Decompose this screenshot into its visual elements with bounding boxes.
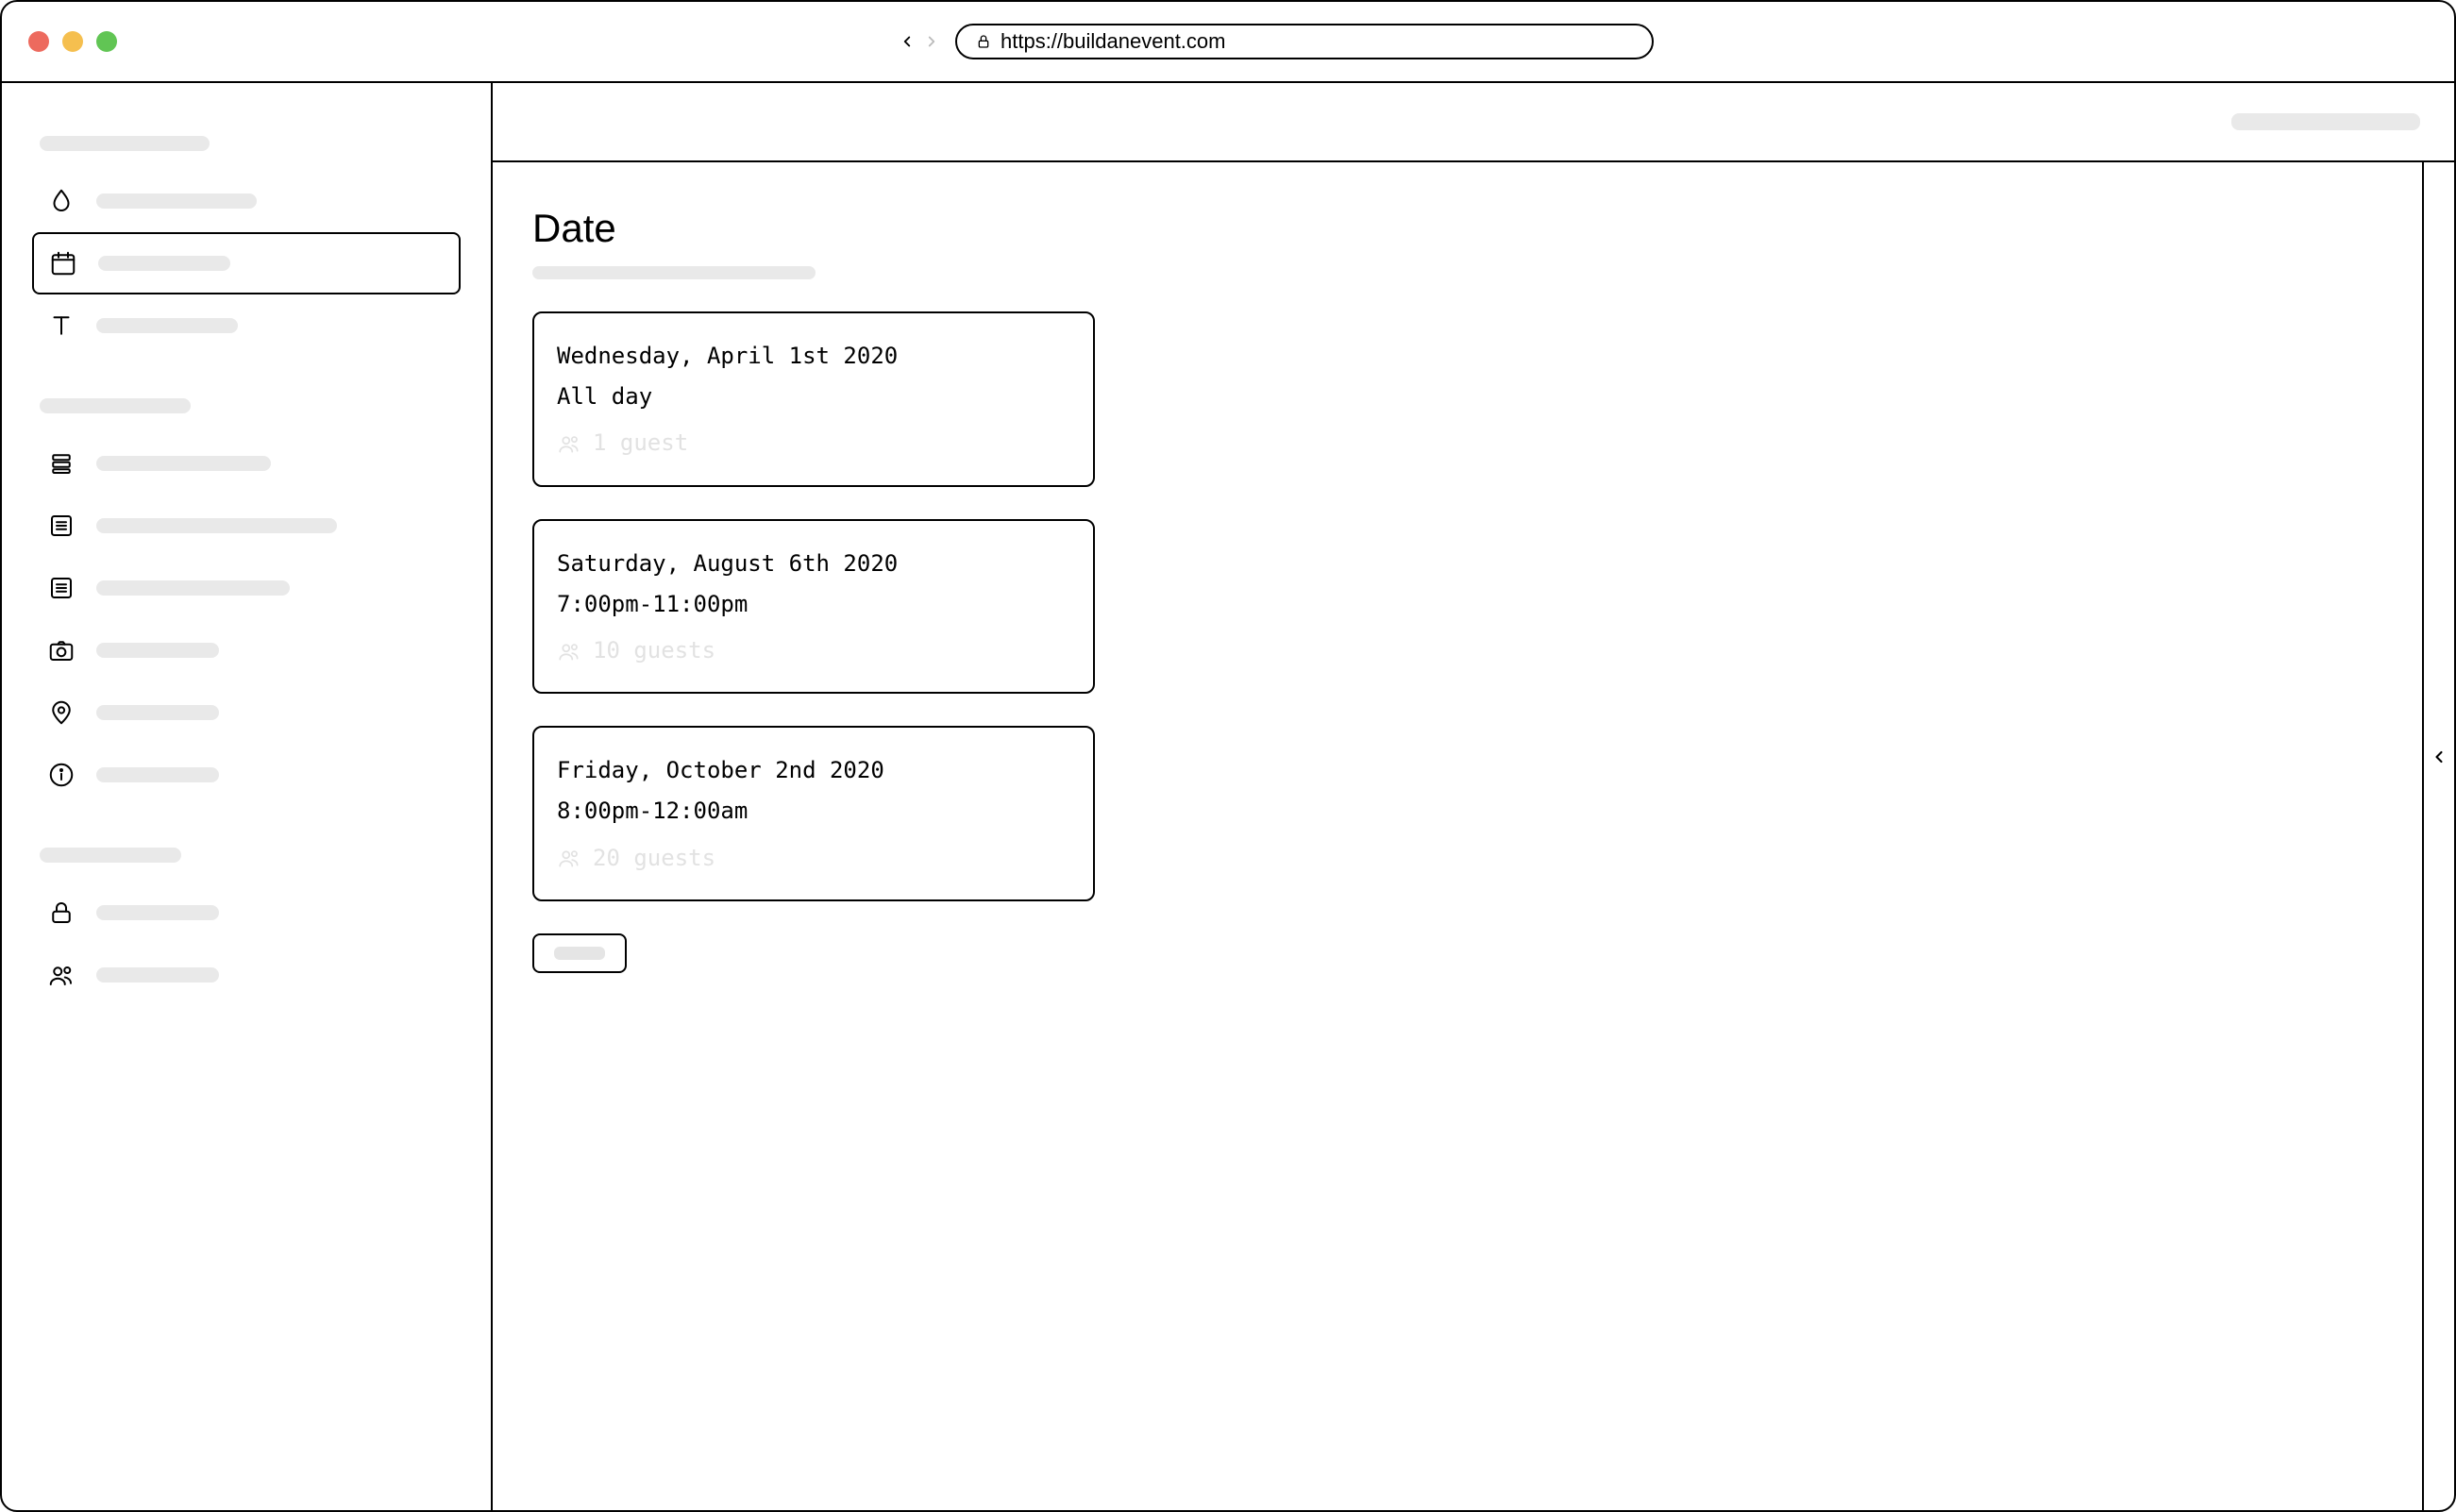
sidebar-item-date[interactable] (32, 232, 461, 294)
topbar (493, 83, 2454, 162)
people-icon (45, 959, 77, 991)
text-icon (45, 310, 77, 342)
sidebar-item-info[interactable] (32, 744, 461, 806)
page-title: Date (532, 206, 2382, 251)
sidebar-item-label (96, 967, 219, 983)
right-rail (2422, 162, 2454, 1510)
list-icon (45, 510, 77, 542)
address-bar[interactable]: https://buildanevent.com (955, 24, 1654, 59)
sidebar-section-header (40, 848, 181, 863)
sidebar-item-guests[interactable] (32, 944, 461, 1006)
date-card-guest-count: 1 guest (593, 423, 688, 463)
content-area: Date Wednesday, April 1st 2020All day 1 g… (493, 162, 2422, 1510)
sidebar (2, 83, 493, 1510)
date-card-time: 7:00pm-11:00pm (557, 584, 1070, 625)
people-icon (557, 846, 581, 870)
pin-icon (45, 697, 77, 729)
sidebar-item-list3[interactable] (32, 557, 461, 619)
date-card[interactable]: Saturday, August 6th 20207:00pm-11:00pm 1… (532, 519, 1095, 695)
date-card-guest-row: 20 guests (557, 838, 1070, 879)
lock-icon (976, 34, 991, 49)
window-close-button[interactable] (28, 31, 49, 52)
page-subtitle-placeholder (532, 266, 816, 279)
traffic-lights (28, 31, 117, 52)
sidebar-item-privacy[interactable] (32, 882, 461, 944)
sidebar-item-label (96, 767, 219, 782)
lock-icon (45, 897, 77, 929)
sidebar-item-list1[interactable] (32, 432, 461, 495)
sidebar-item-label (96, 905, 219, 920)
sidebar-section-header (40, 136, 210, 151)
date-card-guest-row: 10 guests (557, 630, 1070, 671)
window-minimize-button[interactable] (62, 31, 83, 52)
date-card-date: Wednesday, April 1st 2020 (557, 336, 1070, 377)
sidebar-item-label (96, 518, 337, 533)
nav-arrows (899, 33, 940, 50)
window-maximize-button[interactable] (96, 31, 117, 52)
date-card[interactable]: Wednesday, April 1st 2020All day 1 guest (532, 311, 1095, 487)
sidebar-item-list2[interactable] (32, 495, 461, 557)
list-icon (45, 572, 77, 604)
date-cards: Wednesday, April 1st 2020All day 1 guest S… (532, 311, 1095, 973)
date-card-date: Friday, October 2nd 2020 (557, 750, 1070, 791)
expand-panel-button[interactable] (2430, 748, 2448, 766)
date-card-time: All day (557, 377, 1070, 417)
topbar-action-placeholder[interactable] (2231, 113, 2420, 130)
camera-icon (45, 634, 77, 666)
calendar-icon (47, 247, 79, 279)
date-card-date: Saturday, August 6th 2020 (557, 544, 1070, 584)
forward-button[interactable] (923, 33, 940, 50)
back-button[interactable] (899, 33, 916, 50)
address-bar-url: https://buildanevent.com (1001, 29, 1225, 54)
sidebar-item-label (96, 456, 271, 471)
sidebar-item-label (96, 193, 257, 209)
sidebar-item-theme[interactable] (32, 170, 461, 232)
date-card-guest-count: 10 guests (593, 630, 715, 671)
sidebar-item-label (96, 643, 219, 658)
sidebar-item-label (96, 318, 238, 333)
drop-icon (45, 185, 77, 217)
browser-window: https://buildanevent.com Date Wednesday,… (0, 0, 2456, 1512)
sidebar-item-label (96, 705, 219, 720)
main-column: Date Wednesday, April 1st 2020All day 1 g… (493, 83, 2454, 1510)
sidebar-item-text[interactable] (32, 294, 461, 357)
sidebar-item-photo[interactable] (32, 619, 461, 681)
sidebar-item-label (96, 580, 290, 596)
info-icon (45, 759, 77, 791)
sidebar-section-header (40, 398, 191, 413)
date-card-time: 8:00pm-12:00am (557, 791, 1070, 832)
date-card[interactable]: Friday, October 2nd 20208:00pm-12:00am 20… (532, 726, 1095, 901)
people-icon (557, 639, 581, 664)
add-date-button-label (554, 947, 605, 960)
browser-chrome: https://buildanevent.com (2, 2, 2454, 83)
add-date-button[interactable] (532, 933, 627, 973)
people-icon (557, 431, 581, 456)
date-card-guest-row: 1 guest (557, 423, 1070, 463)
sidebar-item-location[interactable] (32, 681, 461, 744)
date-card-guest-count: 20 guests (593, 838, 715, 879)
sidebar-item-label (98, 256, 230, 271)
stack-icon (45, 447, 77, 479)
